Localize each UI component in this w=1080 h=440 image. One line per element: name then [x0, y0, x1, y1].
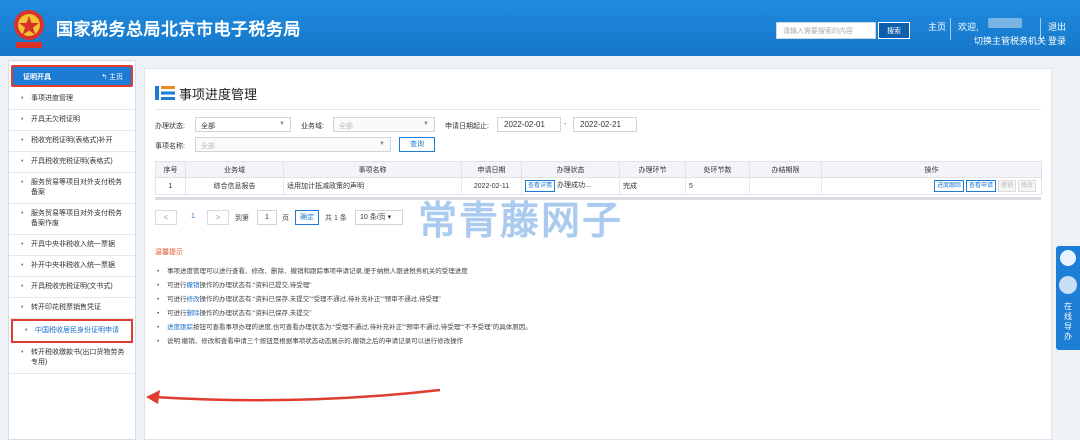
date-from-input[interactable]: 2022-02-01 — [497, 117, 561, 132]
table-header-row: 序号 业务域 事项名称 申请日期 办理状态 办理环节 处环节数 办结期限 操作 — [155, 161, 1042, 178]
date-separator: - — [564, 121, 567, 128]
online-guide-label: 在线导办 — [1064, 302, 1072, 341]
switch-org-link[interactable]: 切换主管税务机关 — [974, 34, 1046, 47]
welcome-text: 欢迎, — [958, 22, 979, 32]
prev-page-button[interactable]: < — [155, 210, 177, 225]
current-page[interactable]: 1 — [191, 213, 195, 220]
user-name — [988, 18, 1022, 28]
col-index: 序号 — [155, 161, 186, 178]
sidebar-item-table-proof[interactable]: 开具税收完税证明(表格式) — [9, 152, 135, 173]
tips-list: 事项进度管理可以进行查看、修改、删除、撤销和跟踪事项申请记录,便于纳税人跟进税务… — [155, 265, 1035, 349]
goto-label: 到第 — [235, 215, 249, 222]
logout-link-line2[interactable]: 登录 — [1048, 34, 1066, 47]
tip-item: 进度跟踪按钮可查看事项办理的进度,也可查看办理状态为:“受理不通过,待补充补正”… — [155, 321, 1035, 335]
col-domain: 业务域 — [185, 161, 284, 178]
top-header: 国家税务总局北京市电子税务局 请输入需要搜索的内容 搜索 主页 欢迎, 切换主管… — [0, 0, 1080, 56]
sidebar-item-no-tax-owed[interactable]: 开具无欠税证明 — [9, 110, 135, 131]
tip-revoke-link[interactable]: 撤销 — [187, 282, 200, 289]
tips-title: 温馨提示 — [155, 249, 183, 256]
cell-steps: 5 — [685, 177, 750, 195]
sidebar-item-stamp-voucher[interactable]: 转开印花税票销售凭证 — [9, 298, 135, 319]
search-input[interactable]: 请输入需要搜索的内容 — [776, 22, 876, 39]
cell-deadline — [749, 177, 822, 195]
next-page-button[interactable]: > — [207, 210, 229, 225]
sidebar-item-document-proof[interactable]: 开具税收完税证明(文书式) — [9, 277, 135, 298]
status-text: 办理成功... — [557, 182, 591, 189]
tip-item: 可进行删除操作的办理状态有:“资料已保存,未提交” — [155, 307, 1035, 321]
page-unit: 页 — [282, 215, 289, 222]
sidebar-item-outbound-filing-void[interactable]: 服务贸易等项目对外支付税务备案作废 — [9, 204, 135, 235]
watermark: 常青藤网子 — [418, 199, 624, 244]
col-actions: 操作 — [821, 161, 1042, 178]
col-deadline: 办结期限 — [749, 161, 822, 178]
header-divider — [950, 18, 951, 40]
chevron-down-icon: ▼ — [423, 121, 429, 127]
search-button[interactable]: 搜索 — [878, 22, 910, 39]
domain-filter-label: 业务域: — [301, 123, 324, 130]
cell-stage: 完成 — [619, 177, 686, 195]
list-icon — [155, 86, 175, 100]
tax-emblem-logo — [14, 10, 44, 48]
goto-confirm-button[interactable]: 确定 — [295, 210, 319, 225]
date-range-label: 申请日期起止: — [445, 123, 489, 130]
modify-button[interactable]: 修改 — [1017, 180, 1036, 192]
query-button[interactable]: 查询 — [399, 137, 435, 152]
sidebar-item-central-receipt-reissue[interactable]: 补开中央非税收入统一票据 — [9, 256, 135, 277]
chevron-down-icon: ▼ — [279, 121, 285, 127]
revoke-button[interactable]: 撤销 — [997, 180, 1016, 192]
sidebar-item-reissue-table-proof[interactable]: 税收完税证明(表格式)补开 — [9, 131, 135, 152]
col-stage: 办理环节 — [619, 161, 686, 178]
col-status: 办理状态 — [521, 161, 620, 178]
sidebar-header[interactable]: 证明开具 ↰ 主页 — [11, 65, 133, 87]
main-panel: 事项进度管理 办理状态: 全部 ▼ 业务域: 全部 ▼ 申请日期起止: 2022-0… — [144, 68, 1052, 440]
sidebar-item-central-receipt[interactable]: 开具中央非税收入统一票据 — [9, 235, 135, 256]
col-steps: 处环节数 — [685, 161, 750, 178]
total-count: 共 1 条 — [325, 215, 347, 222]
item-filter-label: 事项名称: — [155, 143, 185, 150]
view-application-button[interactable]: 查看申请 — [965, 180, 996, 192]
tip-item: 说明:撤销、修改和查看申请三个按钮是根据事项状态动态展示的,撤销之后的申请记录可… — [155, 335, 1035, 349]
sidebar-item-export-payment[interactable]: 转开税收缴款书(出口货物劳务专用) — [9, 343, 135, 374]
tip-item: 事项进度管理可以进行查看、修改、删除、撤销和跟踪事项申请记录,便于纳税人跟进税务… — [155, 265, 1035, 279]
item-select[interactable]: 全部 ▼ — [195, 137, 391, 152]
date-to-input[interactable]: 2022-02-21 — [573, 117, 637, 132]
logout-link[interactable]: 退出 — [1048, 20, 1066, 33]
home-link[interactable]: 主页 — [928, 20, 946, 33]
sidebar-item-tax-residency[interactable]: 中国税收居民身份证明申请 — [11, 319, 133, 343]
tip-item: 可进行撤销操作的办理状态有:“资料已提交,待受理” — [155, 279, 1035, 293]
site-title: 国家税务总局北京市电子税务局 — [56, 20, 301, 39]
cell-actions: 进度跟踪 查看申请 撤销 修改 — [821, 177, 1042, 195]
domain-select[interactable]: 全部 ▼ — [333, 117, 435, 132]
status-filter-label: 办理状态: — [155, 123, 185, 130]
sidebar: 证明开具 ↰ 主页 事项进度管理 开具无欠税证明 税收完税证明(表格式)补开 开… — [8, 60, 136, 440]
online-guide-tab[interactable]: 在线导办 — [1056, 246, 1080, 350]
tip-delete-link[interactable]: 删除 — [187, 310, 200, 317]
cell-index: 1 — [155, 177, 186, 195]
track-progress-button[interactable]: 进度跟踪 — [933, 180, 964, 192]
sidebar-title: 证明开具 — [23, 74, 51, 81]
page-title: 事项进度管理 — [179, 87, 258, 102]
chevron-down-icon: ▼ — [379, 141, 385, 147]
col-item: 事项名称 — [283, 161, 462, 178]
chevron-down-icon: ▾ — [387, 214, 392, 221]
page-size-select[interactable]: 10 条/页 ▾ — [355, 210, 403, 225]
tip-track-link[interactable]: 进度跟踪 — [167, 324, 193, 331]
cell-domain: 综合信息报告 — [185, 177, 284, 195]
header-divider — [1040, 18, 1041, 40]
divider — [155, 109, 1041, 110]
tip-item: 可进行修改操作的办理状态有:“资料已保存,未提交”“受理不通过,待补充补正”“预… — [155, 293, 1035, 307]
sidebar-home-link[interactable]: ↰ 主页 — [101, 72, 123, 82]
col-date: 申请日期 — [461, 161, 522, 178]
tip-modify-link[interactable]: 修改 — [187, 296, 200, 303]
goto-page-input[interactable]: 1 — [257, 210, 277, 225]
assistant-avatar-icon — [1059, 276, 1077, 294]
sidebar-item-progress[interactable]: 事项进度管理 — [9, 89, 135, 110]
status-select[interactable]: 全部 ▼ — [195, 117, 291, 132]
chat-icon — [1060, 250, 1076, 266]
sidebar-menu: 事项进度管理 开具无欠税证明 税收完税证明(表格式)补开 开具税收完税证明(表格… — [9, 89, 135, 374]
sidebar-item-outbound-filing[interactable]: 服务贸易等项目对外支付税务备案 — [9, 173, 135, 204]
